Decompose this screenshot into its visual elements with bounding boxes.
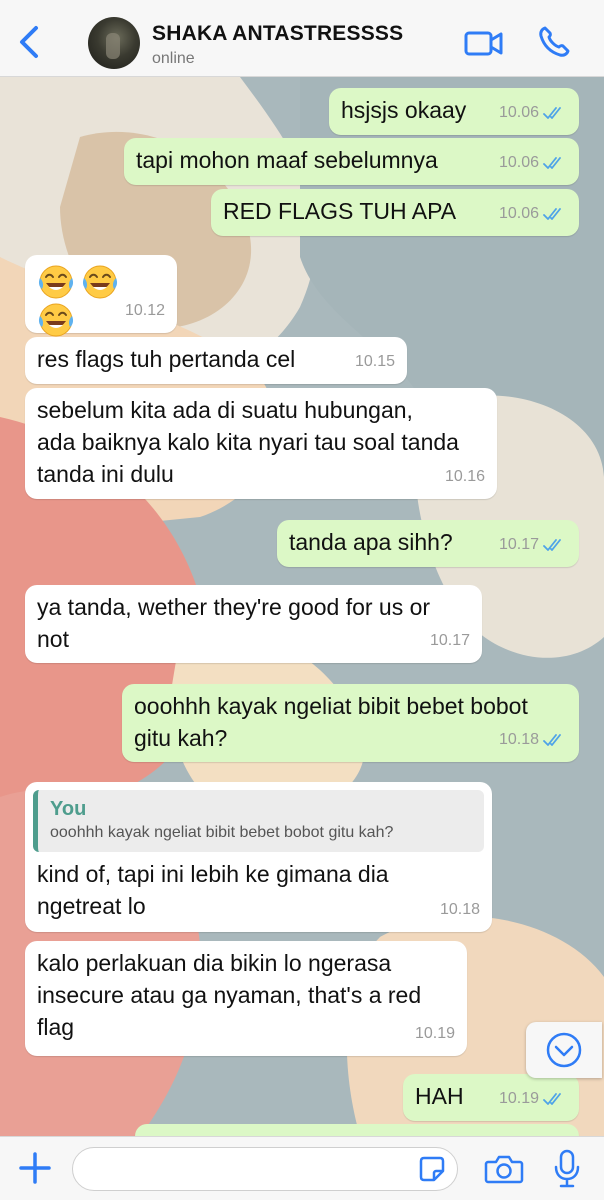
message-text: sebelum kita ada di suatu hubungan, ada … bbox=[37, 397, 459, 487]
outgoing-message[interactable]: ooohhh kayak ngeliat bibit bebet bobot g… bbox=[122, 684, 579, 762]
plus-icon[interactable] bbox=[18, 1151, 52, 1185]
chevron-left-icon[interactable] bbox=[14, 24, 44, 60]
message-text: kalo perlakuan dia bikin lo ngerasa inse… bbox=[37, 950, 422, 1040]
quoted-author: You bbox=[50, 798, 87, 820]
outgoing-message[interactable]: tapi mohon maaf sebelumnya 10.06 bbox=[124, 138, 579, 185]
face-with-tears-of-joy-icon bbox=[38, 265, 74, 299]
message-meta: 10.17 bbox=[499, 529, 567, 561]
phone-call-icon[interactable] bbox=[536, 24, 572, 60]
incoming-message[interactable]: sebelum kita ada di suatu hubungan, ada … bbox=[25, 388, 497, 499]
message-meta: 10.06 bbox=[499, 198, 567, 230]
message-text: kind of, tapi ini lebih ke gimana dia ng… bbox=[37, 861, 389, 919]
sticker-icon[interactable] bbox=[418, 1155, 446, 1183]
outgoing-message[interactable]: HAH 10.19 bbox=[403, 1074, 579, 1121]
message-time: 10.18 bbox=[439, 901, 480, 918]
face-with-tears-of-joy-icon bbox=[38, 303, 74, 337]
chat-header: SHAKA ANTASTRESSSS online bbox=[0, 0, 604, 77]
message-meta: 10.06 bbox=[499, 147, 567, 179]
outgoing-message-partial[interactable] bbox=[135, 1124, 579, 1136]
composer-bar bbox=[0, 1136, 604, 1200]
message-meta: 10.18 bbox=[440, 894, 480, 926]
quoted-text: ooohhh kayak ngeliat bibit bebet bobot g… bbox=[50, 824, 394, 841]
message-meta: 10.18 bbox=[499, 724, 567, 756]
incoming-message[interactable]: 10.12 bbox=[25, 255, 177, 337]
video-call-icon[interactable] bbox=[464, 28, 504, 58]
message-time: 10.06 bbox=[498, 205, 539, 222]
message-meta: 10.06 bbox=[499, 97, 567, 129]
read-ticks-icon bbox=[543, 1093, 561, 1105]
incoming-message[interactable]: res flags tuh pertanda cel 10.15 bbox=[25, 337, 407, 384]
message-time: 10.06 bbox=[498, 154, 539, 171]
message-input[interactable] bbox=[72, 1147, 458, 1191]
contact-name[interactable]: SHAKA ANTASTRESSSS bbox=[152, 22, 403, 46]
message-meta: 10.19 bbox=[415, 1018, 455, 1050]
read-ticks-icon bbox=[543, 208, 561, 220]
message-time: 10.17 bbox=[498, 536, 539, 553]
incoming-message[interactable]: kalo perlakuan dia bikin lo ngerasa inse… bbox=[25, 941, 467, 1056]
message-time: 10.12 bbox=[124, 302, 165, 319]
outgoing-message[interactable]: hsjsjs okaay 10.06 bbox=[329, 88, 579, 135]
scroll-to-bottom-button[interactable] bbox=[526, 1022, 602, 1078]
avatar[interactable] bbox=[88, 17, 140, 69]
message-text: ya tanda, wether they're good for us or … bbox=[37, 594, 431, 652]
message-meta: 10.19 bbox=[499, 1083, 567, 1115]
incoming-message[interactable]: ya tanda, wether they're good for us or … bbox=[25, 585, 482, 663]
message-time: 10.06 bbox=[498, 104, 539, 121]
chevron-down-circle-icon bbox=[546, 1032, 582, 1068]
outgoing-message[interactable]: tanda apa sihh? 10.17 bbox=[277, 520, 579, 567]
chat-area[interactable]: hsjsjs okaay 10.06 tapi mohon maaf sebel… bbox=[0, 77, 604, 1136]
contact-status: online bbox=[152, 50, 195, 67]
outgoing-message[interactable]: RED FLAGS TUH APA 10.06 bbox=[211, 189, 579, 236]
face-with-tears-of-joy-icon bbox=[82, 265, 118, 299]
message-time: 10.15 bbox=[354, 353, 395, 370]
message-time: 10.17 bbox=[429, 632, 470, 649]
message-time: 10.18 bbox=[498, 731, 539, 748]
read-ticks-icon bbox=[543, 734, 561, 746]
message-meta: 10.12 bbox=[125, 295, 165, 327]
read-ticks-icon bbox=[543, 157, 561, 169]
message-time: 10.19 bbox=[498, 1090, 539, 1107]
read-ticks-icon bbox=[543, 539, 561, 551]
incoming-message[interactable]: You ooohhh kayak ngeliat bibit bebet bob… bbox=[25, 782, 492, 932]
message-time: 10.16 bbox=[444, 468, 485, 485]
microphone-icon[interactable] bbox=[553, 1149, 581, 1189]
message-meta: 10.15 bbox=[355, 346, 395, 378]
message-text: res flags tuh pertanda cel bbox=[37, 346, 296, 372]
read-ticks-icon bbox=[543, 107, 561, 119]
message-meta: 10.17 bbox=[430, 625, 470, 657]
message-time: 10.19 bbox=[414, 1025, 455, 1042]
quoted-reply[interactable]: You ooohhh kayak ngeliat bibit bebet bob… bbox=[33, 790, 484, 852]
message-meta: 10.16 bbox=[445, 461, 485, 493]
camera-icon[interactable] bbox=[484, 1153, 524, 1185]
